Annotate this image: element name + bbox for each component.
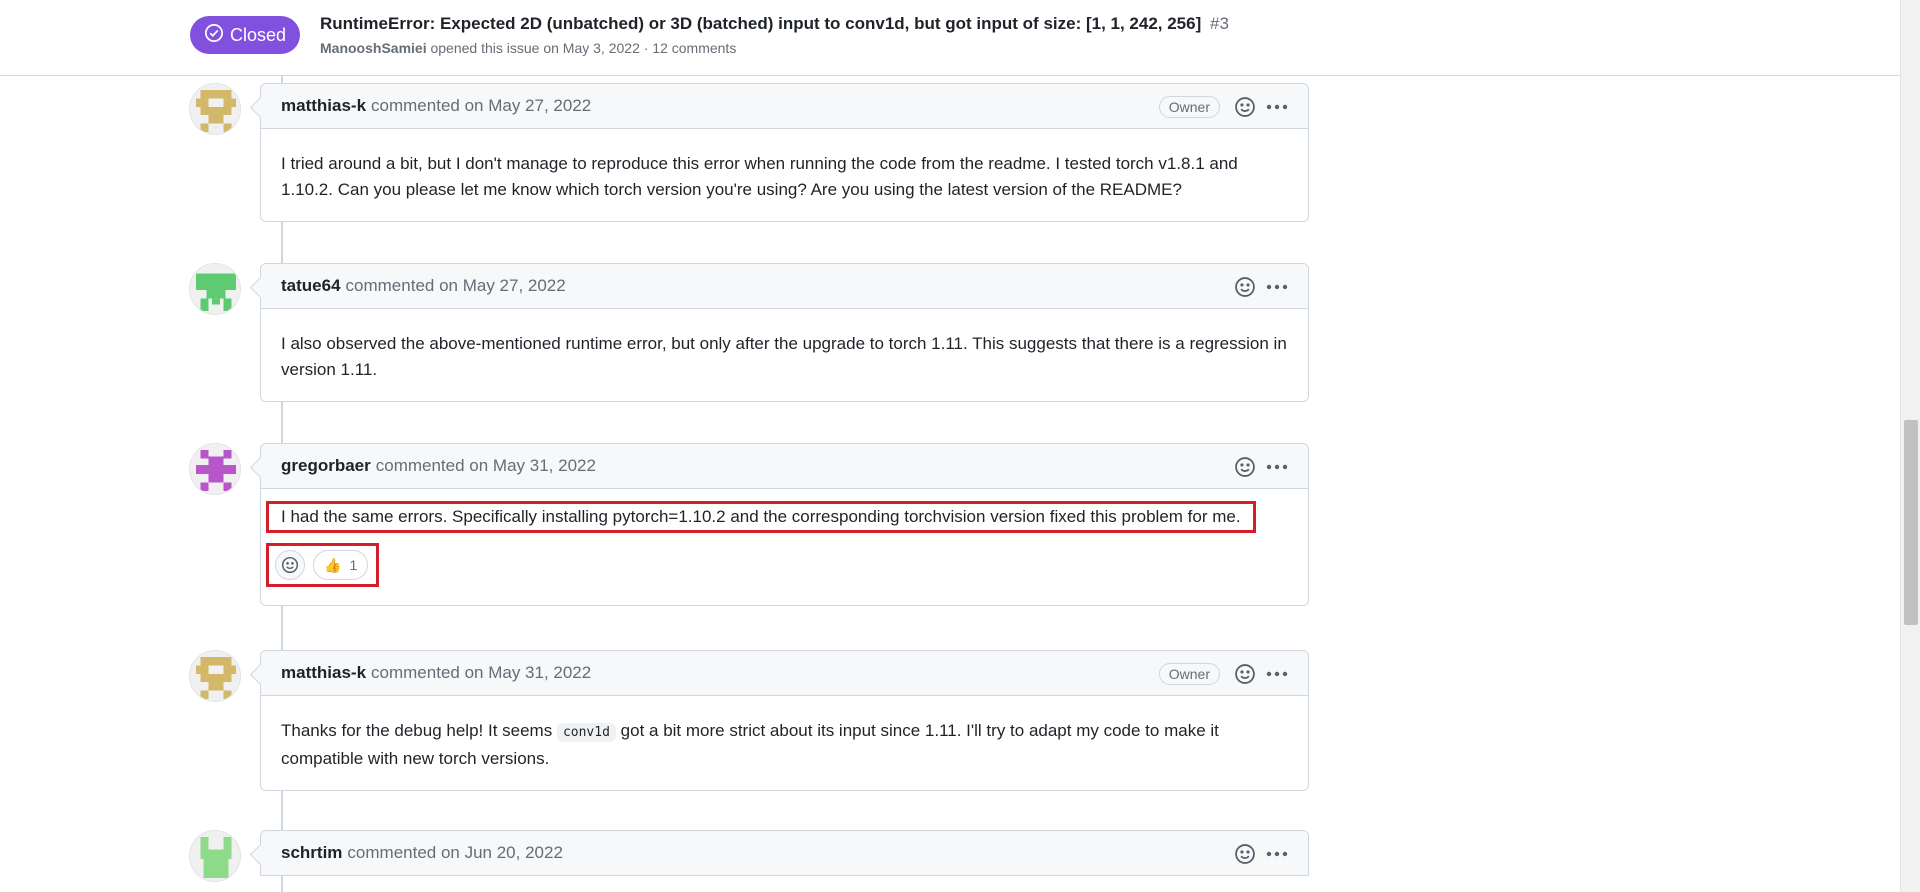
issue-meta-text: opened this issue on May 3, 2022 · 12 co… (430, 40, 737, 56)
thumbs-up-icon: 👍 (324, 557, 342, 573)
smiley-icon[interactable] (1234, 843, 1256, 865)
inline-code: conv1d (556, 723, 616, 742)
kebab-horizontal-icon[interactable] (1266, 96, 1288, 118)
add-reaction-button[interactable] (275, 550, 305, 580)
comment-body: I had the same errors. Specifically inst… (261, 489, 1308, 605)
issue-state-label: Closed (229, 24, 287, 45)
comment-body: I also observed the above-mentioned runt… (281, 334, 1287, 379)
comment-author-link[interactable]: schrtim (281, 843, 342, 863)
avatar[interactable] (189, 650, 241, 702)
thumbs-up-reaction-button[interactable]: 👍 1 (313, 550, 369, 580)
comment-body: I tried around a bit, but I don't manage… (281, 154, 1238, 199)
comment-header: matthias-k commented on May 27, 2022 Own… (261, 84, 1308, 129)
comment-header: matthias-k commented on May 31, 2022 Own… (261, 651, 1308, 696)
kebab-horizontal-icon[interactable] (1266, 456, 1288, 478)
issue-title-text: RuntimeError: Expected 2D (unbatched) or… (320, 14, 1202, 33)
comment-timestamp[interactable]: commented on May 27, 2022 (371, 96, 591, 116)
issue-author-link[interactable]: ManooshSamiei (320, 40, 427, 56)
smiley-icon[interactable] (1234, 276, 1256, 298)
smiley-icon[interactable] (1234, 96, 1256, 118)
kebab-horizontal-icon[interactable] (1266, 843, 1288, 865)
comment-header: schrtim commented on Jun 20, 2022 (261, 831, 1308, 876)
comment-box: tatue64 commented on May 27, 2022 I also… (260, 263, 1309, 402)
check-circle-icon (204, 23, 224, 48)
comment-timestamp[interactable]: commented on May 27, 2022 (346, 276, 566, 296)
owner-label: Owner (1158, 95, 1220, 118)
avatar[interactable] (189, 83, 241, 135)
avatar[interactable] (189, 443, 241, 495)
highlighted-comment-text: I had the same errors. Specifically inst… (266, 501, 1256, 533)
reaction-count: 1 (349, 557, 358, 573)
smiley-icon[interactable] (1234, 663, 1256, 685)
sticky-issue-header: Closed RuntimeError: Expected 2D (unbatc… (0, 0, 1900, 76)
issue-title[interactable]: RuntimeError: Expected 2D (unbatched) or… (320, 14, 1229, 34)
issue-meta: ManooshSamiei opened this issue on May 3… (320, 40, 736, 56)
comment-timestamp[interactable]: commented on Jun 20, 2022 (347, 843, 562, 863)
kebab-horizontal-icon[interactable] (1266, 663, 1288, 685)
comment-box: matthias-k commented on May 27, 2022 Own… (260, 83, 1309, 222)
kebab-horizontal-icon[interactable] (1266, 276, 1288, 298)
avatar[interactable] (189, 830, 241, 882)
comment-timestamp[interactable]: commented on May 31, 2022 (376, 456, 596, 476)
comment-header: gregorbaer commented on May 31, 2022 (261, 444, 1308, 489)
owner-label: Owner (1158, 662, 1220, 685)
comment-author-link[interactable]: tatue64 (281, 276, 341, 296)
smiley-icon[interactable] (1234, 456, 1256, 478)
smiley-icon (281, 556, 299, 574)
issue-state-badge: Closed (190, 16, 300, 54)
comment-timestamp[interactable]: commented on May 31, 2022 (371, 663, 591, 683)
comment-box: gregorbaer commented on May 31, 2022 I h… (260, 443, 1309, 606)
scrollbar-thumb[interactable] (1904, 420, 1918, 625)
page-scrollbar[interactable] (1900, 0, 1920, 892)
comment-text: Thanks for the debug help! It seems (281, 721, 553, 740)
comment-author-link[interactable]: matthias-k (281, 96, 366, 116)
issue-number: #3 (1210, 14, 1229, 33)
reactions-bar: 👍 1 (266, 543, 380, 587)
comment-box: schrtim commented on Jun 20, 2022 (260, 830, 1309, 876)
avatar[interactable] (189, 263, 241, 315)
comment-author-link[interactable]: matthias-k (281, 663, 366, 683)
comment-box: matthias-k commented on May 31, 2022 Own… (260, 650, 1309, 791)
comment-header: tatue64 commented on May 27, 2022 (261, 264, 1308, 309)
comment-body: Thanks for the debug help! It seems conv… (261, 696, 1308, 790)
comment-author-link[interactable]: gregorbaer (281, 456, 371, 476)
